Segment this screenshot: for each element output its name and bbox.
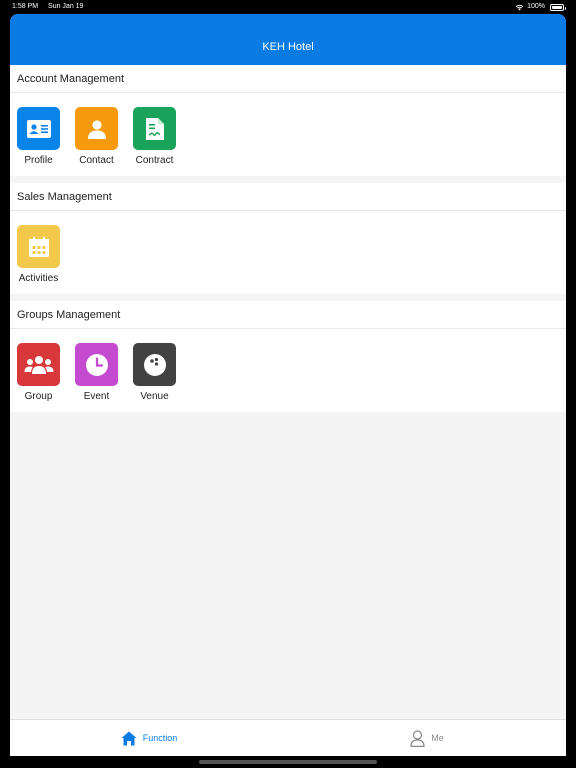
tab-function[interactable]: Function	[10, 720, 288, 756]
page-title: KEH Hotel	[262, 41, 314, 53]
contract-tile[interactable]: Contract	[133, 107, 176, 166]
id-card-icon	[17, 107, 60, 150]
contact-tile[interactable]: Contact	[75, 107, 118, 166]
people-icon	[17, 343, 60, 386]
clock-icon	[75, 343, 118, 386]
tile-label: Venue	[140, 391, 169, 402]
tile-label: Contract	[135, 155, 174, 166]
app-screen: KEH Hotel Account Management Profile Con…	[10, 14, 566, 756]
battery-icon	[550, 3, 566, 11]
status-time: 1:58 PM	[12, 3, 39, 10]
venue-tile[interactable]: Venue	[133, 343, 176, 402]
group-tile[interactable]: Group	[17, 343, 60, 402]
tab-bar: Function Me	[10, 719, 566, 756]
tab-me[interactable]: Me	[288, 720, 566, 756]
event-tile[interactable]: Event	[75, 343, 118, 402]
home-icon	[121, 731, 137, 745]
battery-percent: 100%	[527, 3, 545, 10]
section-groups-management: Groups Management Group Event Venue	[10, 301, 566, 412]
section-title: Sales Management	[10, 183, 566, 211]
tile-label: Contact	[79, 155, 114, 166]
wifi-icon	[515, 4, 524, 10]
person-icon	[75, 107, 118, 150]
section-sales-management: Sales Management Activities	[10, 183, 566, 294]
tile-label: Profile	[24, 155, 53, 166]
user-outline-icon	[410, 729, 425, 747]
home-indicator	[199, 760, 377, 764]
status-date: Sun Jan 19	[48, 3, 84, 10]
app-header: KEH Hotel	[10, 14, 566, 65]
activities-tile[interactable]: Activities	[17, 225, 60, 284]
tile-label: Group	[24, 391, 53, 402]
bowling-ball-icon	[133, 343, 176, 386]
status-bar: 1:58 PM Sun Jan 19 100%	[0, 0, 576, 14]
section-title: Groups Management	[10, 301, 566, 329]
document-icon	[133, 107, 176, 150]
section-title: Account Management	[10, 65, 566, 93]
tab-label: Me	[431, 733, 444, 743]
profile-tile[interactable]: Profile	[17, 107, 60, 166]
tab-label: Function	[142, 733, 178, 743]
tile-label: Event	[83, 391, 110, 402]
tile-label: Activities	[18, 273, 59, 284]
calendar-icon	[17, 225, 60, 268]
section-account-management: Account Management Profile Contact Contr…	[10, 65, 566, 176]
